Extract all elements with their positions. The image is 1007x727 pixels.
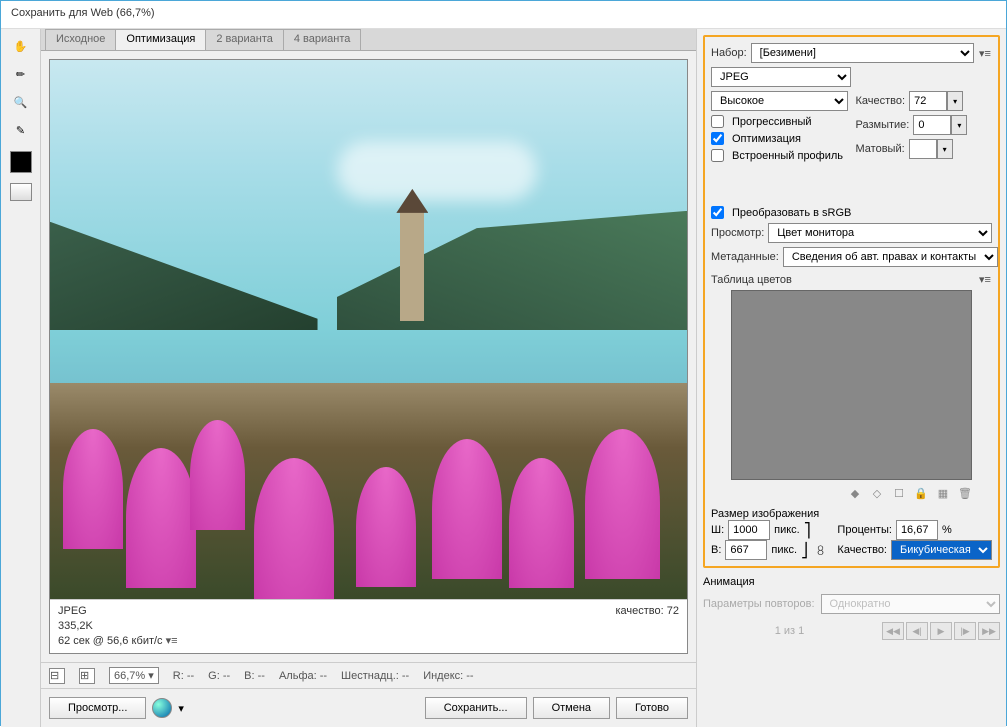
hand-tool-icon[interactable]: ✋: [8, 35, 34, 57]
window-title: Сохранить для Web (66,7%): [1, 1, 1006, 29]
done-button[interactable]: Готово: [616, 697, 688, 719]
slice-tool-icon[interactable]: ✏: [8, 63, 34, 85]
next-frame-icon[interactable]: ⊞: [79, 668, 95, 684]
save-button[interactable]: Сохранить...: [425, 697, 527, 719]
dialog-footer: Просмотр... ▾ Сохранить... Отмена Готово: [41, 688, 696, 727]
preview-button[interactable]: Просмотр...: [49, 697, 146, 719]
image-size-label: Размер изображения: [711, 508, 992, 520]
color-table-label: Таблица цветов: [711, 274, 792, 286]
prev-frame-btn-icon: ◀|: [906, 622, 928, 640]
new-color-icon[interactable]: ▦: [936, 486, 950, 500]
cancel-button[interactable]: Отмена: [533, 697, 610, 719]
filesize-readout: 335,2K: [58, 619, 679, 634]
tab-optimized[interactable]: Оптимизация: [115, 29, 206, 50]
tab-original[interactable]: Исходное: [45, 29, 116, 50]
format-readout: JPEG: [58, 605, 87, 617]
loop-select: Однократно: [821, 594, 1000, 614]
height-input[interactable]: [725, 540, 767, 560]
preset-menu-icon[interactable]: ▾≡: [978, 47, 992, 60]
play-icon: ▶: [930, 622, 952, 640]
blur-input[interactable]: [913, 115, 951, 135]
download-time-readout: 62 сек @ 56,6 кбит/с: [58, 635, 163, 647]
frame-counter: 1 из 1: [703, 625, 876, 637]
tab-4up[interactable]: 4 варианта: [283, 29, 362, 50]
preview-info: качество: 72 JPEG 335,2K 62 сек @ 56,6 кб…: [50, 599, 687, 653]
zoom-select[interactable]: 66,7% ▾: [109, 667, 159, 684]
quality-preset-select[interactable]: Высокое: [711, 91, 848, 111]
next-frame-btn-icon: |▶: [954, 622, 976, 640]
browser-preview-icon[interactable]: [152, 698, 172, 718]
preset-select[interactable]: [Безимени]: [751, 43, 974, 63]
constrain-link-icon[interactable]: 𝟾: [816, 542, 825, 559]
animation-label: Анимация: [703, 576, 1000, 588]
speed-menu-icon[interactable]: ▾≡: [166, 635, 178, 647]
color-swatch[interactable]: [10, 151, 32, 173]
view-tabs: Исходное Оптимизация 2 варианта 4 вариан…: [41, 29, 696, 51]
quality-readout: качество: 72: [615, 604, 679, 619]
quality-input[interactable]: [909, 91, 947, 111]
toggle-slices-icon[interactable]: [10, 183, 32, 201]
color-table-menu-icon[interactable]: ▾≡: [978, 273, 992, 286]
add-color-icon[interactable]: 🔒: [914, 486, 928, 500]
quality-stepper-icon[interactable]: ▾: [947, 91, 963, 111]
tab-2up[interactable]: 2 варианта: [205, 29, 284, 50]
progressive-checkbox[interactable]: [711, 115, 724, 128]
prev-frame-icon[interactable]: ⊟: [49, 668, 65, 684]
shift-color-icon[interactable]: ◇: [870, 486, 884, 500]
status-bar: ⊟ ⊞ 66,7% ▾ R: --G: --B: -- Альфа: --Шес…: [41, 662, 696, 688]
format-select[interactable]: JPEG: [711, 67, 851, 87]
matte-swatch[interactable]: [909, 139, 937, 159]
optimized-checkbox[interactable]: [711, 132, 724, 145]
color-table[interactable]: [731, 290, 972, 480]
preview-canvas[interactable]: [50, 60, 687, 599]
map-transparency-icon[interactable]: ☐: [892, 486, 906, 500]
first-frame-icon: ◀◀: [882, 622, 904, 640]
resample-select[interactable]: Бикубическая: [891, 540, 992, 560]
srgb-checkbox[interactable]: [711, 206, 724, 219]
eyedropper-tool-icon[interactable]: ✎: [8, 119, 34, 141]
preview-mode-select[interactable]: Цвет монитора: [768, 223, 992, 243]
left-toolbar: ✋ ✏ 🔍 ✎: [1, 29, 41, 727]
preset-label: Набор:: [711, 47, 747, 59]
metadata-select[interactable]: Сведения об авт. правах и контакты: [783, 247, 998, 267]
zoom-tool-icon[interactable]: 🔍: [8, 91, 34, 113]
percent-input[interactable]: [896, 520, 938, 540]
last-frame-icon: ▶▶: [978, 622, 1000, 640]
lock-color-icon[interactable]: ◆: [848, 486, 862, 500]
delete-color-icon[interactable]: 🗑: [958, 486, 972, 500]
embed-profile-checkbox[interactable]: [711, 149, 724, 162]
width-input[interactable]: [728, 520, 770, 540]
